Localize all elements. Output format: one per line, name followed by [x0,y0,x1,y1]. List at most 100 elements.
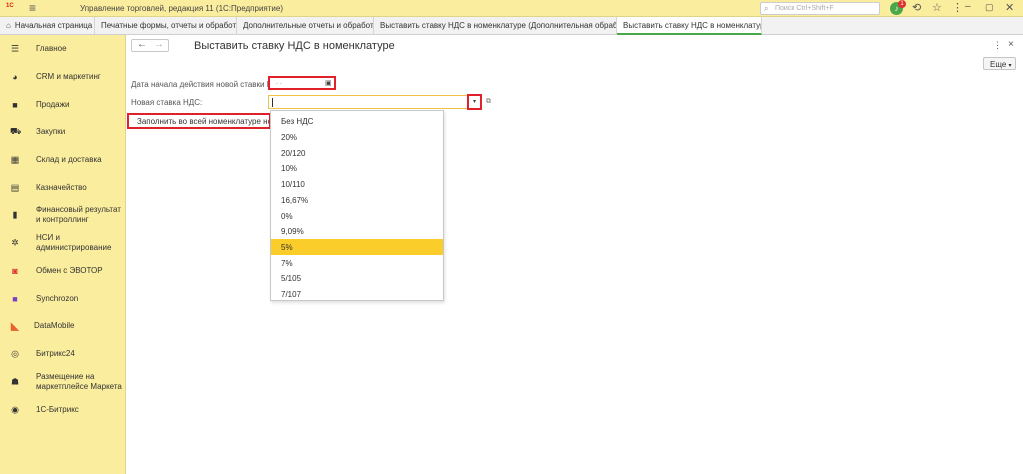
tab-additional-reports[interactable]: Дополнительные отчеты и обработки× [237,17,374,35]
favorites-star-icon[interactable]: ☆ [932,1,942,14]
chevron-down-icon: ▾ [1008,63,1012,69]
open-link-icon[interactable]: ⧉ [484,95,493,109]
sidebar-item-bitrix24[interactable]: ◎ Битрикс24 [0,341,126,367]
tab-label: Начальная страница [14,21,93,30]
sidebar-item-evotor[interactable]: ◙ Обмен с ЭВОТОР [0,258,126,284]
bar-chart-icon: ▮ [12,209,18,220]
more-button[interactable]: Еще ▾ [983,57,1016,70]
sidebar-item-1c-bitrix[interactable]: ◉ 1С-Битрикс [0,397,126,423]
option-item[interactable]: 7/107 [271,286,443,302]
notifications-icon[interactable]: ♪ 1 [890,0,906,15]
bitrix24-icon: ◎ [11,348,19,359]
sidebar-item-label: DataMobile [34,321,75,330]
search-icon: ⌕ [764,4,769,13]
sidebar-item-label: Склад и доставка [36,155,102,164]
home-icon: ⌂ [6,21,11,30]
dropdown-button[interactable]: ▾ [467,94,482,110]
sidebar-item-label: НСИ и администрирование [36,233,112,252]
pie-chart-icon: ◕ [12,72,18,82]
datamobile-icon: ◣ [10,320,20,333]
option-item[interactable]: 20/120 [271,145,443,161]
cart-icon: ⛟ [10,126,22,136]
sidebar-item-label: Продажи [36,100,70,109]
app-logo: 1С [6,3,14,13]
tab-bar: ⌂ Начальная страница Печатные формы, отче… [0,17,1023,35]
hamburger-menu-icon[interactable]: ≡ [29,1,36,15]
calendar-icon[interactable]: ▣ [325,79,332,87]
sidebar: ☰ Главное ◕ CRM и маркетинг ■ Продажи ⛟ Заку… [0,35,126,474]
synchrozon-icon: ■ [12,294,18,304]
maximize-icon[interactable]: ▢ [985,2,994,13]
back-arrow-icon[interactable]: ← [137,39,147,50]
page-title: Выставить ставку НДС в номенклатуре [194,40,395,52]
sidebar-item-sales[interactable]: ■ Продажи [0,92,126,118]
sidebar-item-label: Главное [36,44,67,53]
app-title: Управление торговлей, редакция 11 (1С:Пр… [80,4,284,13]
fill-button-label: Заполнить во всей номенклатуре новую ста… [137,117,269,126]
sidebar-item-datamobile[interactable]: ◣ DataMobile [0,313,126,339]
date-label: Дата начала действия новой ставки НДС: [131,80,286,89]
marketplace-icon: ☗ [10,376,20,387]
date-input[interactable]: . . ▣ [268,76,336,90]
sidebar-item-label: CRM и маркетинг [36,72,101,81]
more-button-label: Еще [990,60,1007,69]
tab-label: Дополнительные отчеты и обработки [243,21,374,30]
form-menu-icon[interactable]: ⋮ [993,40,1002,51]
list-icon: ☰ [10,43,20,54]
sidebar-item-finance[interactable]: ▮ Финансовый результат и контроллинг [0,202,126,228]
search-placeholder: Поиск Ctrl+Shift+F [775,5,834,12]
date-value: . . [276,79,282,86]
sidebar-item-label: Размещение на маркетплейсе Маркета [36,372,122,391]
sidebar-item-main[interactable]: ☰ Главное [0,36,126,62]
rate-input[interactable] [268,95,482,109]
bag-icon: ■ [12,100,18,110]
option-item[interactable]: 16,67% [271,192,443,208]
forward-arrow-icon[interactable]: → [154,39,164,50]
tab-label: Выставить ставку НДС в номенклатуре [623,21,762,30]
option-item-selected[interactable]: 5% [271,239,443,255]
option-item[interactable]: 10% [271,160,443,176]
form-close-icon[interactable]: × [1008,39,1014,50]
nav-buttons: ← → [131,39,169,52]
sidebar-item-label: Обмен с ЭВОТОР [36,266,103,275]
top-bar: 1С ≡ Управление торговлей, редакция 11 (… [0,0,1023,17]
gear-icon: ✲ [11,237,19,248]
sidebar-item-label: Закупки [36,127,66,136]
sidebar-item-label: 1С-Битрикс [36,405,79,414]
chevron-down-icon: ▾ [472,99,476,105]
option-item[interactable]: Без НДС [271,113,443,129]
coins-icon: ▤ [10,182,20,193]
rate-label: Новая ставка НДС: [131,98,203,107]
sidebar-item-label: Synchrozon [36,294,79,303]
tab-home[interactable]: ⌂ Начальная страница [0,17,95,35]
minimize-icon[interactable]: – [965,1,971,12]
option-item[interactable]: 9,09% [271,223,443,239]
sidebar-item-marketplace[interactable]: ☗ Размещение на маркетплейсе Маркета [0,369,126,395]
menu-icon[interactable]: ⋮ [952,1,963,14]
history-icon[interactable]: ⟲ [912,1,921,14]
notification-badge: 1 [898,0,906,8]
tab-vat-form[interactable]: Выставить ставку НДС в номенклатуре× [617,17,762,35]
sidebar-item-label: Битрикс24 [36,349,75,358]
option-item[interactable]: 10/110 [271,176,443,192]
tab-print-forms[interactable]: Печатные формы, отчеты и обработки× [95,17,237,35]
sidebar-item-purchases[interactable]: ⛟ Закупки [0,119,126,145]
option-item[interactable]: 7% [271,255,443,271]
sidebar-item-warehouse[interactable]: ▦ Склад и доставка [0,147,126,173]
evotor-icon: ◙ [12,266,18,276]
option-item[interactable]: 5/105 [271,270,443,286]
fill-nomenclature-button[interactable]: Заполнить во всей номенклатуре новую ста… [127,113,271,129]
bitrix-icon: ◉ [11,404,19,415]
sidebar-item-crm[interactable]: ◕ CRM и маркетинг [0,64,126,90]
close-window-icon[interactable]: ✕ [1005,1,1014,14]
sidebar-item-synchrozon[interactable]: ■ Synchrozon [0,286,126,312]
option-item[interactable]: 20% [271,129,443,145]
text-caret [272,98,273,107]
tab-vat-processing[interactable]: Выставить ставку НДС в номенклатуре (Доп… [374,17,617,35]
tab-label: Выставить ставку НДС в номенклатуре (Доп… [380,21,617,30]
search-input[interactable]: ⌕ Поиск Ctrl+Shift+F [760,2,880,15]
warehouse-icon: ▦ [10,154,20,165]
sidebar-item-admin[interactable]: ✲ НСИ и администрирование [0,230,126,256]
sidebar-item-treasury[interactable]: ▤ Казначейство [0,175,126,201]
option-item[interactable]: 0% [271,208,443,224]
